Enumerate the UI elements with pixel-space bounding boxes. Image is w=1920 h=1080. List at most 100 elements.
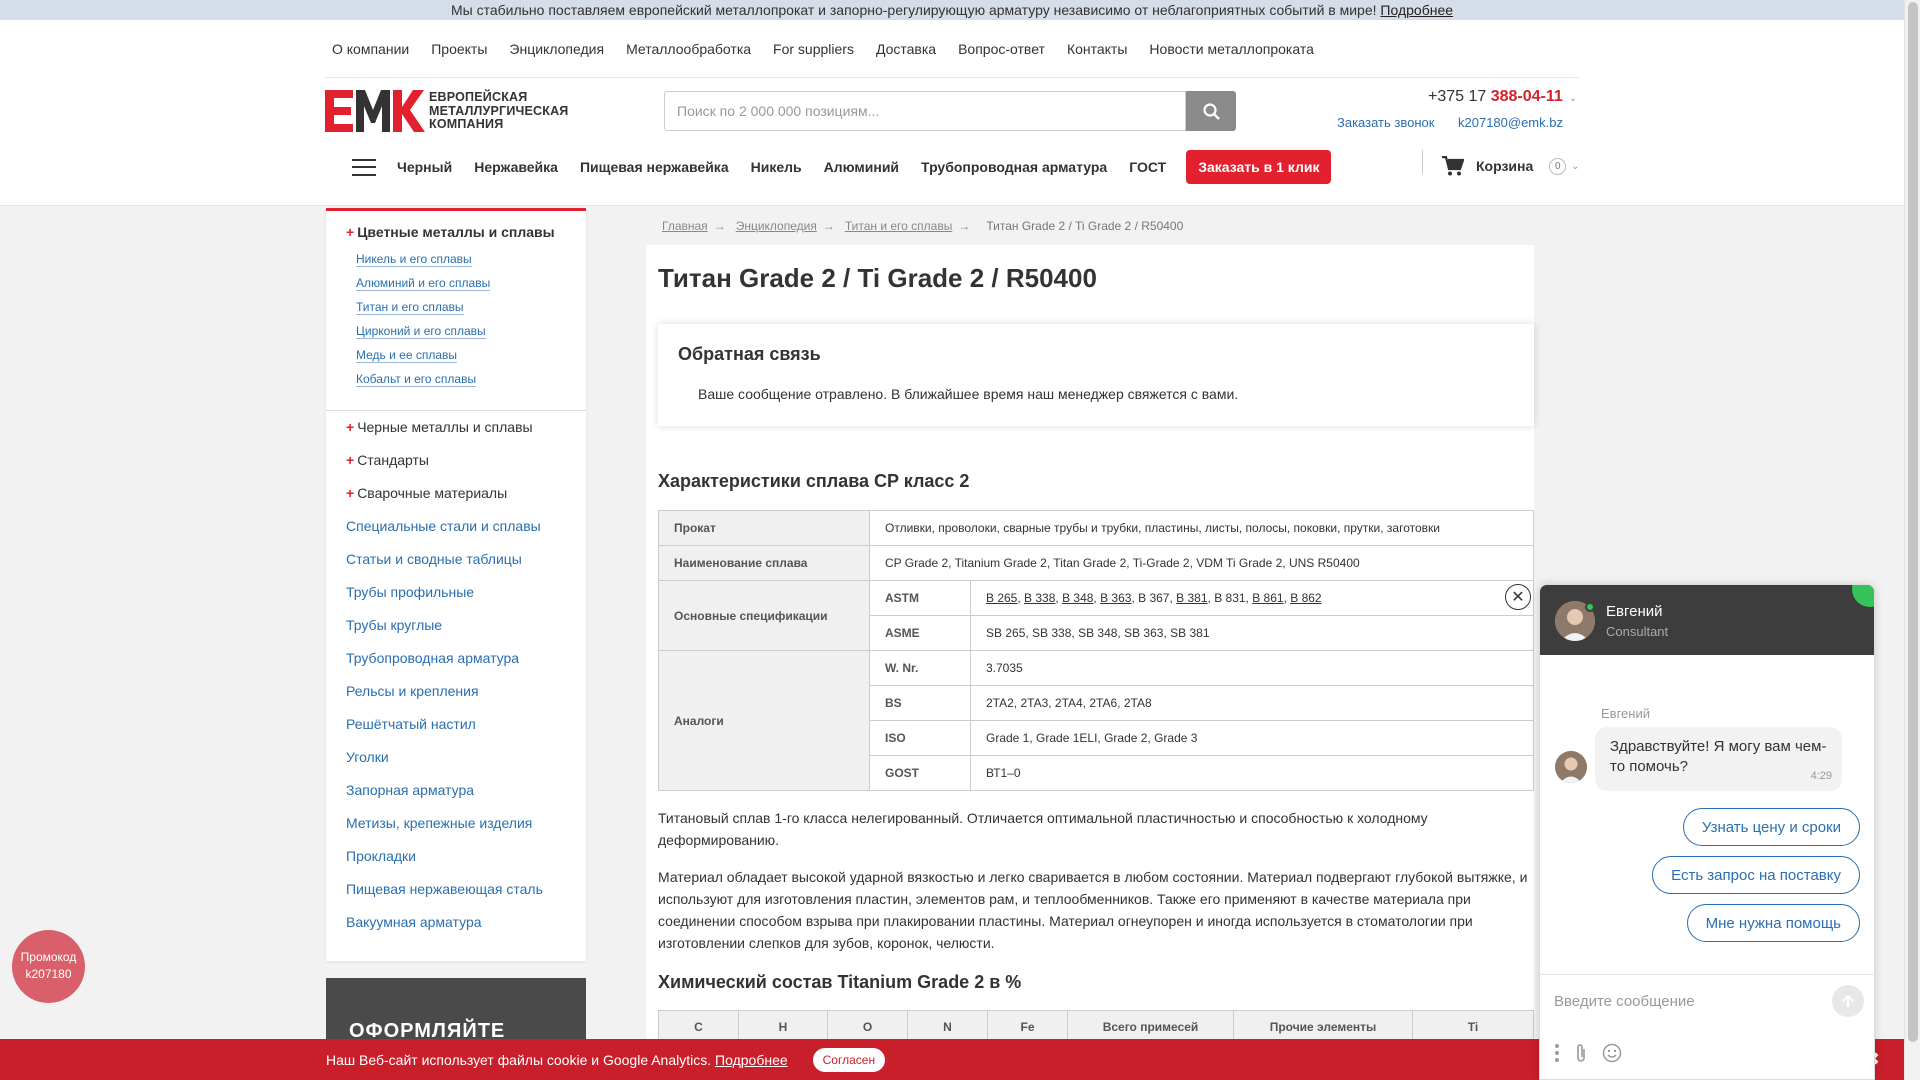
plus-icon: + [346, 224, 355, 240]
cat-nickel[interactable]: Никель [751, 159, 802, 175]
sidebar-link[interactable]: Рельсы и крепления [346, 683, 566, 716]
email-link[interactable]: k207180@emk.bz [1458, 115, 1563, 130]
table-cell: 2TA2, 2TA3, 2TA4, 2TA6, 2TA8 [970, 685, 1534, 721]
sidebar-link[interactable]: Метизы, крепежные изделия [346, 815, 566, 848]
topnav-news[interactable]: Новости металлопроката [1149, 41, 1313, 57]
callback-link[interactable]: Заказать звонок [1337, 115, 1434, 130]
topnav-metalworking[interactable]: Металлообработка [626, 41, 751, 57]
company-logo[interactable]: ЕВРОПЕЙСКАЯ МЕТАЛЛУРГИЧЕСКАЯ КОМПАНИЯ [325, 90, 570, 132]
breadcrumb-link-home[interactable]: Главная [662, 219, 708, 233]
sidebar-link[interactable]: Решётчатый настил [346, 716, 566, 749]
chat-option-request[interactable]: Есть запрос на поставку [1652, 856, 1860, 894]
notice-more-link[interactable]: Подробнее [1380, 2, 1453, 18]
table-cell: ASTM [869, 580, 971, 616]
topnav-encyclopedia[interactable]: Энциклопедия [509, 41, 604, 57]
send-button[interactable] [1832, 985, 1864, 1017]
promo-code-badge[interactable]: Промокод k207180 [12, 930, 85, 1003]
sidebar-link[interactable]: Прокладки [346, 848, 566, 881]
spec-link[interactable]: B 381 [1176, 591, 1207, 605]
sidebar-link[interactable]: Трубы профильные [346, 584, 566, 617]
spec-link[interactable]: B 348 [1062, 591, 1093, 605]
sidebar-link[interactable]: Трубы круглые [346, 617, 566, 650]
chevron-down-icon: ⌄ [1571, 160, 1580, 172]
spec-link[interactable]: B 861 [1252, 591, 1283, 605]
chat-header: Евгений Consultant [1540, 585, 1874, 655]
topnav-suppliers[interactable]: For suppliers [773, 41, 854, 57]
search-input[interactable] [664, 91, 1186, 131]
sidebar-subitem[interactable]: Кобальт и его сплавы [356, 372, 477, 387]
sidebar-subitems: Никель и его сплавы Алюминий и его сплав… [346, 252, 566, 387]
cat-aluminium[interactable]: Алюминий [824, 159, 899, 175]
sidebar-subitem[interactable]: Титан и его сплавы [356, 300, 464, 315]
cat-black[interactable]: Черный [397, 159, 452, 175]
phone-number[interactable]: +375 17 388-04-11 ⌄ [1428, 88, 1577, 106]
close-icon: ✕ [1511, 589, 1525, 606]
breadcrumb-link-titanium[interactable]: Титан и его сплавы [845, 219, 953, 233]
spec-link[interactable]: B 338 [1024, 591, 1055, 605]
cat-gost[interactable]: ГОСТ [1129, 159, 1166, 175]
paperclip-icon[interactable] [1574, 1043, 1588, 1063]
cookie-more-link[interactable]: Подробнее [715, 1052, 788, 1068]
table-cell: CP Grade 2, Titanium Grade 2, Titan Grad… [869, 545, 1534, 581]
nav-divider [1422, 150, 1423, 174]
sidebar-link[interactable]: Уголки [346, 749, 566, 782]
sidebar-subitem[interactable]: Никель и его сплавы [356, 252, 472, 267]
spec-link[interactable]: B 862 [1290, 591, 1321, 605]
chat-message-input[interactable] [1554, 989, 1824, 1013]
chevron-down-icon: ⌄ [1568, 93, 1578, 104]
sidebar-link[interactable]: Пищевая нержавеющая сталь [346, 881, 566, 914]
menu-icon[interactable] [352, 158, 376, 176]
chat-corner-badge [1852, 585, 1874, 607]
topnav-contacts[interactable]: Контакты [1067, 41, 1127, 57]
spec-link[interactable]: B 265 [986, 591, 1017, 605]
notice-text: Мы стабильно поставляем европейский мета… [450, 2, 1377, 18]
chat-option-price[interactable]: Узнать цену и сроки [1682, 808, 1860, 846]
sidebar-catalog: + Цветные металлы и сплавы Никель и его с… [326, 208, 586, 961]
cat-food-stainless[interactable]: Пищевая нержавейка [580, 159, 729, 175]
breadcrumb-link-encyclopedia[interactable]: Энциклопедия [736, 219, 817, 233]
sidebar-link[interactable]: Запорная арматура [346, 782, 566, 815]
topnav-about[interactable]: О компании [332, 41, 409, 57]
emoji-icon[interactable] [1602, 1043, 1622, 1063]
cart-icon [1442, 156, 1464, 176]
sidebar-subitem[interactable]: Медь и ее сплавы [356, 348, 458, 363]
search-button[interactable] [1186, 91, 1236, 131]
sidebar-link[interactable]: Вакуумная арматура [346, 914, 566, 947]
topnav-faq[interactable]: Вопрос-ответ [958, 41, 1045, 57]
cart-button[interactable]: Корзина 0 ⌄ [1442, 149, 1580, 183]
cookie-accept-button[interactable]: Согласен [812, 1047, 886, 1072]
sidebar-item-welding[interactable]: + Сварочные материалы [346, 485, 566, 518]
sidebar-subitem[interactable]: Цирконий и его сплавы [356, 324, 486, 339]
sidebar-link[interactable]: Статьи и сводные таблицы [346, 551, 566, 584]
sidebar-item-black-metals[interactable]: + Черные металлы и сплавы [346, 419, 566, 452]
table-row: Основные спецификации ASTM B 265, B 338,… [658, 580, 1534, 651]
spec-link[interactable]: B 363 [1100, 591, 1131, 605]
more-vertical-icon[interactable] [1554, 1043, 1560, 1063]
topnav-delivery[interactable]: Доставка [876, 41, 936, 57]
topnav-projects[interactable]: Проекты [431, 41, 487, 57]
chat-tools [1554, 1043, 1622, 1063]
chat-option-help[interactable]: Мне нужна помощь [1686, 904, 1860, 942]
chat-close-button[interactable]: ✕ [1505, 584, 1531, 610]
cat-pipeline-valves[interactable]: Трубопроводная арматура [921, 159, 1107, 175]
sidebar-subitem[interactable]: Алюминий и его сплавы [356, 276, 491, 291]
order-one-click-button[interactable]: Заказать в 1 клик [1186, 150, 1332, 184]
sidebar-link[interactable]: Трубопроводная арматура [346, 650, 566, 683]
agent-role: Consultant [1606, 624, 1669, 639]
table-row: Аналоги W. Nr. 3.7035 [658, 650, 1534, 791]
cat-stainless[interactable]: Нержавейка [474, 159, 558, 175]
sidebar-group-title[interactable]: + Цветные металлы и сплавы [346, 224, 566, 240]
table-cell: BS [869, 685, 971, 721]
category-navigation: Черный Нержавейка Пищевая нержавейка Ник… [325, 149, 1580, 185]
table-header: Fe [987, 1010, 1068, 1043]
online-status-dot [1585, 602, 1595, 612]
table-header: C [658, 1010, 739, 1043]
sidebar-link[interactable]: Специальные стали и сплавы [346, 518, 566, 551]
sidebar-item-standards[interactable]: + Стандарты [346, 452, 566, 485]
scrollbar-thumb[interactable] [1908, 2, 1918, 1042]
table-cell: Основные спецификации [658, 580, 870, 651]
page-scrollbar[interactable] [1904, 0, 1920, 1080]
table-cell: W. Nr. [869, 650, 971, 686]
sidebar-group-nonferrous: + Цветные металлы и сплавы Никель и его с… [326, 211, 586, 411]
feedback-panel: Обратная связь Ваше сообщение отравлено.… [658, 324, 1534, 426]
